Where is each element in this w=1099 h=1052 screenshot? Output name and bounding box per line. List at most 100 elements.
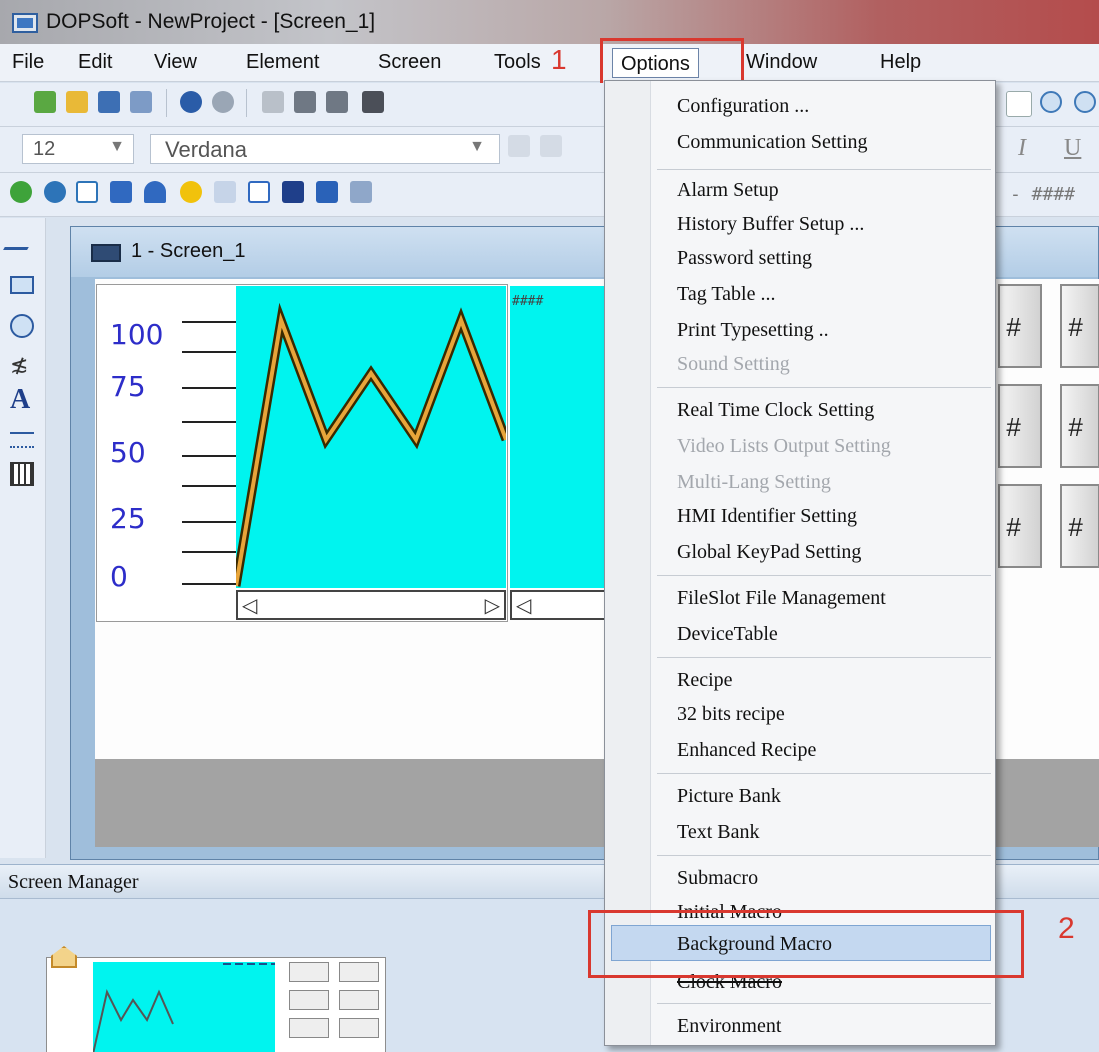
menu-item-real-time-clock-setting[interactable]: Real Time Clock Setting (677, 399, 874, 422)
rectangle-icon[interactable] (10, 276, 34, 294)
undo-icon[interactable] (180, 91, 202, 113)
open-folder-icon[interactable] (66, 91, 88, 113)
menu-item-submacro[interactable]: Submacro (677, 867, 758, 890)
numeric-display-icon[interactable] (214, 181, 236, 203)
thumbnail-trend-line (93, 963, 275, 1052)
menu-item-tag-table[interactable]: Tag Table ... (677, 283, 775, 306)
menu-element[interactable]: Element (246, 51, 319, 74)
scale-icon[interactable] (10, 432, 34, 448)
menu-item-fileslot-file-management[interactable]: FileSlot File Management (677, 587, 886, 610)
menu-screen[interactable]: Screen (378, 51, 441, 74)
scroll-left-icon[interactable]: ◁ (242, 593, 257, 618)
table-icon[interactable] (10, 462, 34, 486)
menu-item-enhanced-recipe[interactable]: Enhanced Recipe (677, 739, 816, 762)
xy-chart-icon[interactable] (350, 181, 372, 203)
menu-item-32-bits-recipe[interactable]: 32 bits recipe (677, 703, 785, 726)
menu-help[interactable]: Help (880, 51, 921, 74)
lamp-icon[interactable] (180, 181, 202, 203)
menu-item-global-keypad-setting[interactable]: Global KeyPad Setting (677, 541, 861, 564)
zoom-out-icon[interactable] (1074, 91, 1096, 113)
menu-item-hmi-identifier-setting[interactable]: HMI Identifier Setting (677, 505, 857, 528)
menu-item-configuration[interactable]: Configuration ... (677, 95, 809, 118)
bar-graph-icon[interactable] (110, 181, 132, 203)
font-size-select[interactable]: 12 ▼ (22, 134, 134, 164)
numeric-display-button[interactable]: # (1060, 284, 1099, 368)
underline-icon[interactable]: U (1064, 135, 1086, 161)
numeric-display-button[interactable]: # (998, 484, 1042, 568)
trend-scrollbar[interactable]: ◁ ▷ (236, 590, 506, 620)
menu-edit[interactable]: Edit (78, 51, 112, 74)
menu-item-history-buffer-setup[interactable]: History Buffer Setup ... (677, 213, 864, 236)
rectangle-button-icon[interactable] (76, 181, 98, 203)
meter-icon[interactable] (144, 181, 166, 203)
menu-item-alarm-setup[interactable]: Alarm Setup (677, 179, 779, 202)
options-dropdown-menu: Configuration ... Communication Setting … (604, 80, 996, 1046)
menu-item-recipe[interactable]: Recipe (677, 669, 733, 692)
menu-item-communication-setting[interactable]: Communication Setting (677, 131, 868, 154)
italic-icon[interactable]: I (1018, 135, 1040, 161)
numeric-display-button[interactable]: # (1060, 484, 1099, 568)
font-name-select[interactable]: Verdana ▼ (150, 134, 500, 164)
drawing-tools-strip: ≴ A (0, 218, 46, 858)
thumbnail-hash-box (289, 990, 329, 1010)
screen-thumbnail[interactable] (46, 946, 386, 1052)
trend-line-svg (236, 302, 506, 587)
menu-separator (657, 855, 991, 856)
numeric-display-button[interactable]: # (998, 284, 1042, 368)
menu-window[interactable]: Window (746, 51, 817, 74)
menu-file[interactable]: File (12, 51, 44, 74)
scroll-left-icon[interactable]: ◁ (516, 593, 531, 618)
zoom-dropdown-arrow[interactable] (1006, 91, 1032, 117)
font-grow-icon[interactable] (508, 135, 530, 157)
polyline-icon[interactable]: ≴ (10, 352, 34, 377)
numeric-display-button[interactable]: # (1060, 384, 1099, 468)
zoom-in-icon[interactable] (1040, 91, 1062, 113)
numeric-display-button[interactable]: # (998, 384, 1042, 468)
save-icon[interactable] (98, 91, 120, 113)
thumbnail-hash-box (339, 990, 379, 1010)
number-format-display: - #### (1010, 184, 1076, 205)
numeric-input-icon[interactable] (282, 181, 304, 203)
toolbar-separator (166, 89, 167, 117)
save-as-icon[interactable] (130, 91, 152, 113)
trend-graph-element-2[interactable] (510, 286, 610, 588)
title-bar: DOPSoft - NewProject - [Screen_1] (0, 0, 1099, 44)
menu-item-picture-bank[interactable]: Picture Bank (677, 785, 781, 808)
menu-item-text-bank[interactable]: Text Bank (677, 821, 759, 844)
menu-item-environment[interactable]: Environment (677, 1015, 781, 1038)
multistate-button-icon[interactable] (44, 181, 66, 203)
y-tick-label: 75 (110, 370, 146, 403)
menu-separator (657, 657, 991, 658)
cut-icon[interactable] (262, 91, 284, 113)
paste-icon[interactable] (326, 91, 348, 113)
menu-separator (657, 575, 991, 576)
menu-view[interactable]: View (154, 51, 197, 74)
new-file-icon[interactable] (34, 91, 56, 113)
y-tick-label: 0 (110, 560, 128, 593)
text-icon[interactable]: A (10, 384, 34, 415)
scroll-right-icon[interactable]: ▷ (485, 593, 500, 618)
menu-tools[interactable]: Tools (494, 51, 541, 74)
redo-icon[interactable] (212, 91, 234, 113)
on-button-icon[interactable] (10, 181, 32, 203)
y-tick-label: 50 (110, 436, 146, 469)
y-tick-label: 100 (110, 318, 164, 351)
trend-graph-icon[interactable] (316, 181, 338, 203)
menu-separator (657, 169, 991, 170)
menu-item-devicetable[interactable]: DeviceTable (677, 623, 778, 646)
window-title: DOPSoft - NewProject - [Screen_1] (46, 10, 376, 33)
input-icon[interactable] (248, 181, 270, 203)
trend-2-scrollbar[interactable]: ◁ (510, 590, 610, 620)
menu-item-password-setting[interactable]: Password setting (677, 247, 812, 270)
pencil-icon[interactable] (3, 226, 41, 250)
thumbnail-hash-box (339, 962, 379, 982)
find-icon[interactable] (362, 91, 384, 113)
copy-icon[interactable] (294, 91, 316, 113)
document-title: 1 - Screen_1 (131, 240, 246, 262)
menu-item-print-typesetting[interactable]: Print Typesetting .. (677, 319, 829, 342)
menu-bar: File Edit View Element Screen Tools Opti… (0, 44, 1099, 82)
font-name-value: Verdana (165, 137, 247, 162)
chevron-down-icon: ▼ (109, 138, 125, 155)
ellipse-icon[interactable] (10, 314, 34, 338)
font-shrink-icon[interactable] (540, 135, 562, 157)
